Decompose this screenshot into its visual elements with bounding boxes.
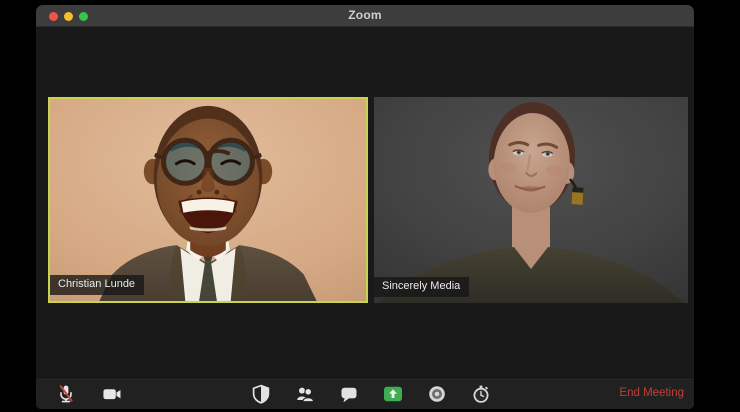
mute-button[interactable] — [56, 384, 76, 404]
toolbar-center-group — [251, 378, 491, 409]
toolbar-left-group — [56, 378, 122, 409]
microphone-muted-icon — [59, 385, 73, 403]
participant-name-tag: Christian Lunde — [50, 275, 145, 295]
window-title: Zoom — [348, 8, 382, 22]
maximize-button[interactable] — [79, 12, 88, 21]
meeting-toolbar: End Meeting — [36, 377, 694, 409]
shield-icon — [252, 384, 270, 404]
close-button[interactable] — [49, 12, 58, 21]
stopwatch-icon — [473, 385, 489, 403]
record-icon — [429, 385, 445, 402]
participant-video-placeholder — [374, 97, 688, 303]
video-tile-left[interactable]: Christian Lunde — [48, 97, 368, 303]
chat-bubble-icon — [341, 387, 357, 402]
participants-icon — [297, 387, 315, 402]
share-screen-icon — [384, 386, 402, 401]
participant-video-placeholder — [50, 99, 366, 301]
chat-button[interactable] — [339, 384, 359, 404]
security-button[interactable] — [251, 384, 271, 404]
stop-video-button[interactable] — [102, 384, 122, 404]
participant-name-tag: Sincerely Media — [374, 277, 470, 297]
record-button[interactable] — [427, 384, 447, 404]
minimize-button[interactable] — [64, 12, 73, 21]
share-screen-button[interactable] — [383, 384, 403, 404]
reactions-button[interactable] — [471, 384, 491, 404]
video-camera-icon — [103, 388, 121, 399]
zoom-window: Zoom Christian Lunde Sincerely Media End… — [36, 5, 694, 409]
end-meeting-button[interactable]: End Meeting — [619, 378, 684, 409]
titlebar[interactable]: Zoom — [36, 5, 694, 27]
video-tile-right[interactable]: Sincerely Media — [374, 97, 688, 303]
traffic-lights — [49, 12, 88, 21]
meeting-stage: Christian Lunde Sincerely Media — [36, 27, 694, 377]
participants-button[interactable] — [295, 384, 315, 404]
